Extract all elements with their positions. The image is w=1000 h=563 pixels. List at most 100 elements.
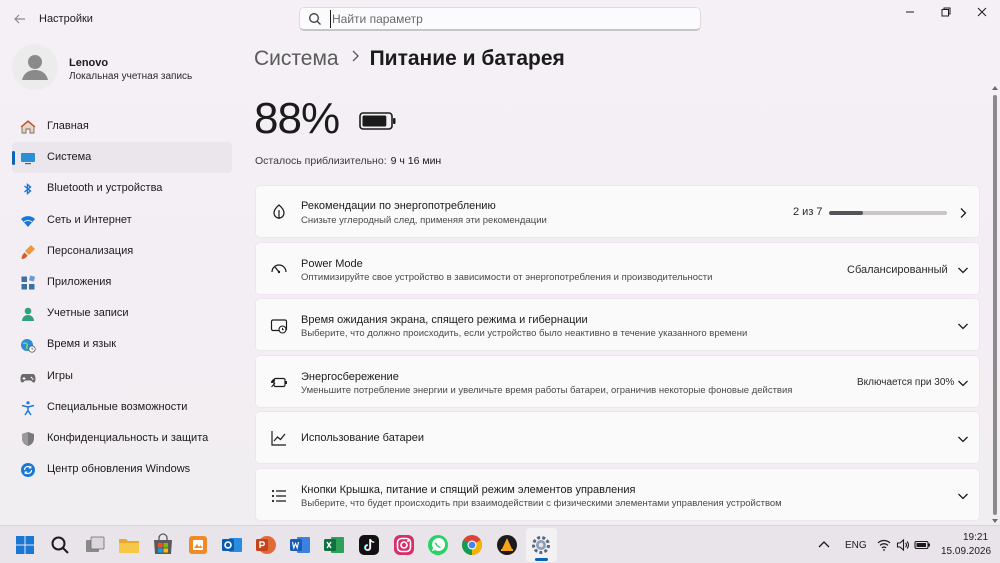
scrollbar-thumb[interactable]	[993, 95, 997, 515]
search-box[interactable]	[299, 7, 701, 31]
brush-icon	[21, 244, 35, 259]
card-title: Кнопки Крышка, питание и спящий режим эл…	[301, 483, 636, 496]
sidebar-item-apps[interactable]: Приложения	[12, 267, 232, 298]
sidebar-item-label: Центр обновления Windows	[47, 463, 191, 476]
card-lid-power-buttons[interactable]: Кнопки Крышка, питание и спящий режим эл…	[255, 467, 980, 521]
tiktok-icon[interactable]	[357, 533, 381, 557]
battery-icon	[359, 112, 396, 130]
avatar	[12, 44, 58, 90]
card-description: Выберите, что будет происходить при взаи…	[301, 497, 782, 509]
close-icon	[977, 7, 987, 17]
sidebar-item-label: Bluetooth и устройства	[47, 182, 163, 195]
battery-fill	[362, 115, 387, 127]
photos-icon[interactable]	[186, 533, 210, 557]
back-arrow-icon	[14, 14, 25, 24]
sidebar-item-accounts[interactable]: Учетные записи	[12, 298, 232, 329]
language-indicator[interactable]: ENG	[845, 540, 867, 551]
shield-icon	[22, 431, 34, 446]
clock-date[interactable]: 15.09.2026	[941, 546, 991, 557]
clock-time[interactable]: 19:21	[963, 532, 988, 543]
back-button[interactable]	[10, 9, 30, 29]
profile-name: Lenovo	[69, 57, 109, 69]
close-button[interactable]	[967, 4, 997, 22]
card-energy-recommendations[interactable]: Рекомендации по энергопотреблению Снизьт…	[255, 185, 980, 238]
card-description: Уменьшите потребление энергии и увеличьт…	[301, 384, 793, 396]
instagram-icon[interactable]	[392, 533, 416, 557]
profile-account-type: Локальная учетная запись	[69, 71, 193, 82]
progress-fill	[829, 211, 863, 215]
sidebar-item-label: Учетные записи	[47, 307, 129, 320]
minimize-button[interactable]	[895, 4, 925, 22]
user-avatar-icon	[22, 55, 48, 80]
energy-saver-threshold: Включается при 30%	[857, 376, 955, 388]
breadcrumb: Система Питание и батарея	[254, 47, 565, 71]
sidebar-item-label: Приложения	[47, 275, 112, 288]
display-icon	[21, 153, 35, 165]
chevron-right-icon	[960, 208, 967, 218]
recommendations-count: 2 из 7	[793, 206, 823, 218]
chevron-down-icon	[958, 323, 968, 330]
excel-icon[interactable]	[322, 533, 346, 557]
sidebar-item-privacy[interactable]: Конфиденциальность и защита	[12, 423, 232, 454]
scrollbar[interactable]	[992, 85, 998, 525]
gamepad-icon	[20, 373, 36, 382]
card-power-mode[interactable]: Power Mode Оптимизируйте свое устройство…	[255, 241, 980, 295]
settings-icon[interactable]	[529, 533, 553, 557]
battery-percentage: 88%	[254, 94, 340, 143]
sidebar-item-personalization[interactable]: Персонализация	[12, 236, 232, 267]
card-screen-sleep-timeouts[interactable]: Время ожидания экрана, спящего режима и …	[255, 298, 980, 351]
sidebar-item-system[interactable]: Система	[12, 142, 232, 174]
card-title: Использование батареи	[301, 432, 424, 444]
store-icon[interactable]	[151, 533, 175, 557]
chevron-up-icon[interactable]	[817, 538, 831, 552]
card-energy-saver[interactable]: Энергосбережение Уменьшите потребление э…	[255, 354, 980, 408]
breadcrumb-separator	[351, 49, 360, 65]
leaf-icon	[273, 204, 285, 219]
minimize-icon	[906, 11, 914, 13]
task-view-icon[interactable]	[83, 533, 107, 557]
wifi-icon[interactable]	[877, 538, 891, 552]
sidebar-item-label: Персонализация	[47, 244, 134, 257]
sidebar-item-label: Конфиденциальность и защита	[47, 431, 209, 444]
file-explorer-icon[interactable]	[117, 533, 141, 557]
breadcrumb-parent[interactable]: Система	[254, 47, 339, 70]
vlc-icon[interactable]	[495, 533, 519, 557]
accessibility-icon	[21, 400, 35, 416]
chevron-down-icon	[958, 267, 968, 273]
card-title: Энергосбережение	[301, 370, 399, 383]
maximize-button[interactable]	[931, 4, 961, 22]
word-icon[interactable]	[288, 533, 312, 557]
power-mode-value[interactable]: Сбалансированный	[847, 264, 948, 276]
sidebar-item-gaming[interactable]: Игры	[12, 361, 232, 392]
apps-icon	[21, 275, 36, 290]
sidebar-item-bluetooth[interactable]: Bluetooth и устройства	[12, 173, 232, 204]
chevron-right-icon	[352, 50, 359, 62]
bluetooth-icon	[24, 183, 32, 196]
home-icon	[20, 120, 36, 134]
search-icon[interactable]	[48, 533, 72, 557]
gauge-icon	[271, 263, 287, 273]
whatsapp-icon[interactable]	[426, 533, 450, 557]
sidebar-item-label: Главная	[47, 120, 89, 132]
sidebar-item-network[interactable]: Сеть и Интернет	[12, 205, 232, 236]
card-battery-usage[interactable]: Использование батареи	[255, 411, 980, 464]
sidebar-item-label: Игры	[47, 369, 73, 382]
battery-icon[interactable]	[914, 538, 932, 552]
update-icon	[21, 463, 35, 478]
windows-start-icon[interactable]	[13, 533, 37, 557]
sidebar-item-time-language[interactable]: Время и язык	[12, 329, 232, 360]
volume-icon[interactable]	[896, 538, 910, 552]
sidebar-item-label: Специальные возможности	[47, 400, 188, 413]
outlook-icon[interactable]	[220, 533, 244, 557]
chrome-icon[interactable]	[460, 533, 484, 557]
battery-remaining: Осталось приблизительно: 9 ч 16 мин	[255, 155, 441, 167]
list-icon	[271, 489, 286, 502]
globe-clock-icon	[21, 339, 36, 353]
powerpoint-icon[interactable]	[254, 533, 278, 557]
search-input[interactable]	[330, 10, 690, 28]
sidebar-item-windows-update[interactable]: Центр обновления Windows	[12, 454, 232, 485]
sidebar-item-accessibility[interactable]: Специальные возможности	[12, 392, 232, 423]
page-title: Питание и батарея	[369, 47, 565, 70]
sidebar-item-home[interactable]: Главная	[12, 111, 232, 142]
search-icon	[309, 13, 321, 25]
